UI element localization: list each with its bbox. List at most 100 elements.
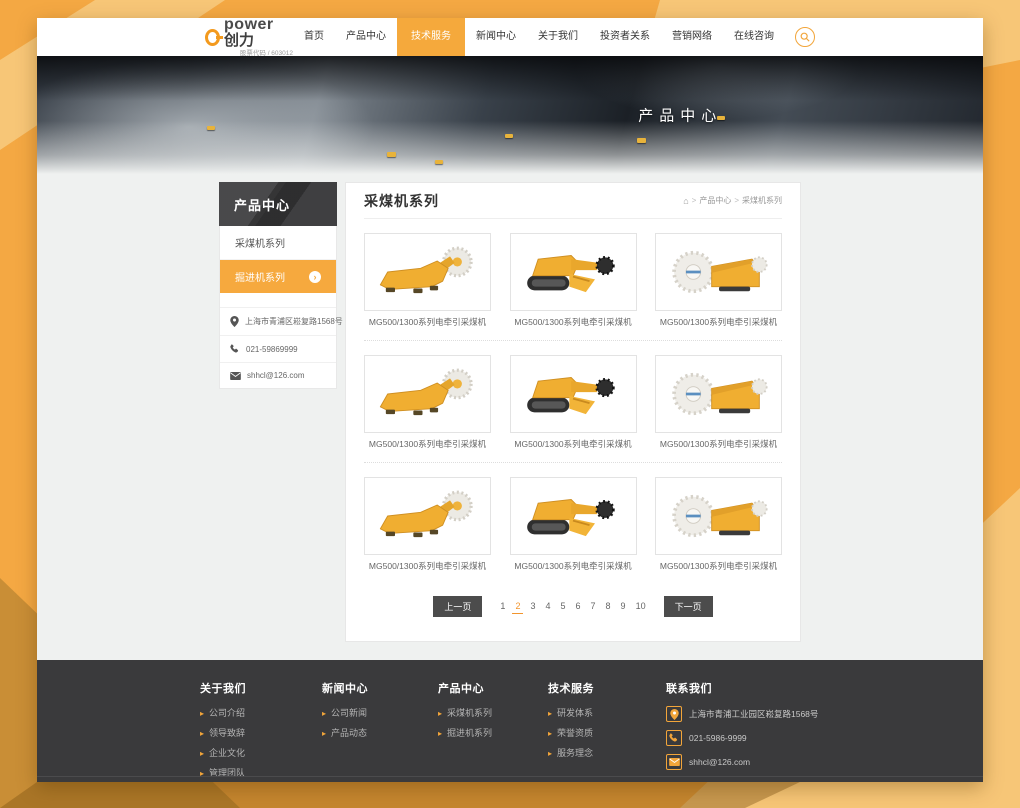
nav-item-1[interactable]: 首页 [293,18,335,56]
footer-link-label: 荣誉资质 [557,728,593,738]
product-item[interactable]: MG500/1300系列电牵引采煤机 [655,355,782,450]
product-item[interactable]: MG500/1300系列电牵引采煤机 [364,477,491,572]
footer-link[interactable]: ▸ 采煤机系列 [438,706,548,719]
footer-column-title: 产品中心 [438,680,548,696]
footer-link[interactable]: ▸公司新闻 [322,706,438,719]
page-number-7[interactable]: 7 [588,599,599,614]
footer-link-label: 公司新闻 [331,708,367,718]
footer-link-label: 领导致辞 [209,728,245,738]
product-image-roadheader-icon [517,361,629,427]
footer-link-label: 企业文化 [209,748,245,758]
footer-contact-row: shhcl@126.com [666,754,820,770]
breadcrumb-item[interactable]: 产品中心 [699,195,731,206]
footer-contact-title: 联系我们 [666,680,820,696]
product-caption: MG500/1300系列电牵引采煤机 [655,316,782,328]
footer-link[interactable]: ▸领导致辞 [200,726,322,739]
arrow-bullet-icon: ▸ [322,729,326,738]
search-button[interactable] [795,27,815,47]
mail-icon [230,372,241,380]
page-number-4[interactable]: 4 [542,599,553,614]
nav-item-7[interactable]: 营销网络 [661,18,723,56]
pagination: 上一页 123456789 10 下一页 [364,584,782,625]
product-item[interactable]: MG500/1300系列电牵引采煤机 [655,233,782,328]
site-footer: 关于我们▸公司介绍▸领导致辞▸企业文化▸管理团队新闻中心▸公司新闻▸产品动态产品… [37,660,983,782]
product-item[interactable]: MG500/1300系列电牵引采煤机 [510,233,637,328]
page-number-10[interactable]: 10 [633,599,649,614]
nav-item-4[interactable]: 新闻中心 [465,18,527,56]
logo-text-cn: 创力 [224,32,254,49]
product-row: MG500/1300系列电牵引采煤机 MG500/1300系列电牵引采煤机 MG… [364,219,782,341]
sidebar-contact-row: 上海市青浦区崧复路1568号 [220,307,336,335]
hero-banner: 产品中心 [37,56,983,174]
product-item[interactable]: MG500/1300系列电牵引采煤机 [364,233,491,328]
footer-link-label: 产品动态 [331,728,367,738]
footer-link-label: 掘进机系列 [447,728,492,738]
page-number-3[interactable]: 3 [527,599,538,614]
nav-item-2[interactable]: 产品中心 [335,18,397,56]
page-number-9[interactable]: 9 [618,599,629,614]
page-number-1[interactable]: 1 [497,599,508,614]
footer-link[interactable]: ▸ 产品动态 [322,726,438,739]
pin-icon [670,709,679,720]
footer-link[interactable]: ▸荣誉资质 [548,726,666,739]
site-header: power 创力 股票代码 / 603012 首页产品中心技术服务新闻中心关于我… [37,18,983,56]
sidebar-contact-text: shhcl@126.com [247,371,304,380]
footer-contact-text: 021-5986-9999 [689,733,747,743]
product-caption: MG500/1300系列电牵引采煤机 [364,560,491,572]
sidebar-body: 采煤机系列掘进机系列› 上海市青浦区崧复路1568号021-59869999sh… [219,226,337,389]
product-item[interactable]: MG500/1300系列电牵引采煤机 [655,477,782,572]
sidebar-item-1[interactable]: 采煤机系列 [220,226,336,260]
product-image-disc-shearer-icon [663,483,775,549]
footer-link-label: 服务理念 [557,748,593,758]
product-card [510,477,637,555]
product-item[interactable]: MG500/1300系列电牵引采煤机 [510,477,637,572]
nav-item-8[interactable]: 在线咨询 [723,18,785,56]
product-card [510,355,637,433]
next-page-button[interactable]: 下一页 [664,596,713,617]
arrow-bullet-icon: ▸ [438,709,442,718]
footer-columns: 关于我们▸公司介绍▸领导致辞▸企业文化▸管理团队新闻中心▸公司新闻▸产品动态产品… [200,660,820,782]
nav-item-6[interactable]: 投资者关系 [589,18,661,56]
footer-link-label: 研发体系 [557,708,593,718]
search-icon [800,32,810,42]
arrow-bullet-icon: ▸ [548,709,552,718]
product-caption: MG500/1300系列电牵引采煤机 [510,560,637,572]
home-icon[interactable]: ⌂ [683,196,688,206]
product-caption: MG500/1300系列电牵引采煤机 [364,316,491,328]
footer-column-title: 新闻中心 [322,680,438,696]
breadcrumb-item[interactable]: 采煤机系列 [742,195,782,206]
logo-text: power [224,18,274,33]
truck-decoration [505,134,513,138]
product-item[interactable]: MG500/1300系列电牵引采煤机 [510,355,637,450]
pin-icon [230,316,239,327]
page-number-8[interactable]: 8 [603,599,614,614]
breadcrumb-separator: > [692,196,697,205]
footer-link[interactable]: ▸掘进机系列 [438,726,548,739]
footer-link-label: 采煤机系列 [447,708,492,718]
product-caption: MG500/1300系列电牵引采煤机 [510,316,637,328]
page-number-5[interactable]: 5 [557,599,568,614]
product-item[interactable]: MG500/1300系列电牵引采煤机 [364,355,491,450]
footer-link[interactable]: ▸ 研发体系 [548,706,666,719]
prev-page-button[interactable]: 上一页 [433,596,482,617]
footer-contact-phone-icon [666,730,682,746]
product-card [364,477,491,555]
brand-logo[interactable]: power 创力 股票代码 / 603012 [205,18,293,57]
footer-link[interactable]: ▸服务理念 [548,746,666,759]
footer-contact-text: shhcl@126.com [689,757,750,767]
product-card [510,233,637,311]
product-row: MG500/1300系列电牵引采煤机 MG500/1300系列电牵引采煤机 MG… [364,341,782,463]
footer-bottom-bar: 关于我们|新闻中心|产品中心|人才招聘|联系我们 Copyright © 200… [37,776,983,782]
footer-link[interactable]: ▸公司介绍 [200,706,322,719]
nav-item-5[interactable]: 关于我们 [527,18,589,56]
phone-icon [669,733,679,743]
footer-column-2: 新闻中心 ▸公司新闻 ▸ 产品动态 [322,680,438,782]
sidebar-item-label: 采煤机系列 [235,235,285,250]
footer-link[interactable]: ▸企业文化 [200,746,322,759]
sidebar-item-2[interactable]: 掘进机系列› [220,260,336,293]
page-number-2[interactable]: 2 [512,599,523,614]
nav-item-3[interactable]: 技术服务 [397,18,465,56]
main-header: 采煤机系列 ⌂>产品中心>采煤机系列 [364,183,782,219]
page-number-6[interactable]: 6 [573,599,584,614]
product-caption: MG500/1300系列电牵引采煤机 [655,560,782,572]
